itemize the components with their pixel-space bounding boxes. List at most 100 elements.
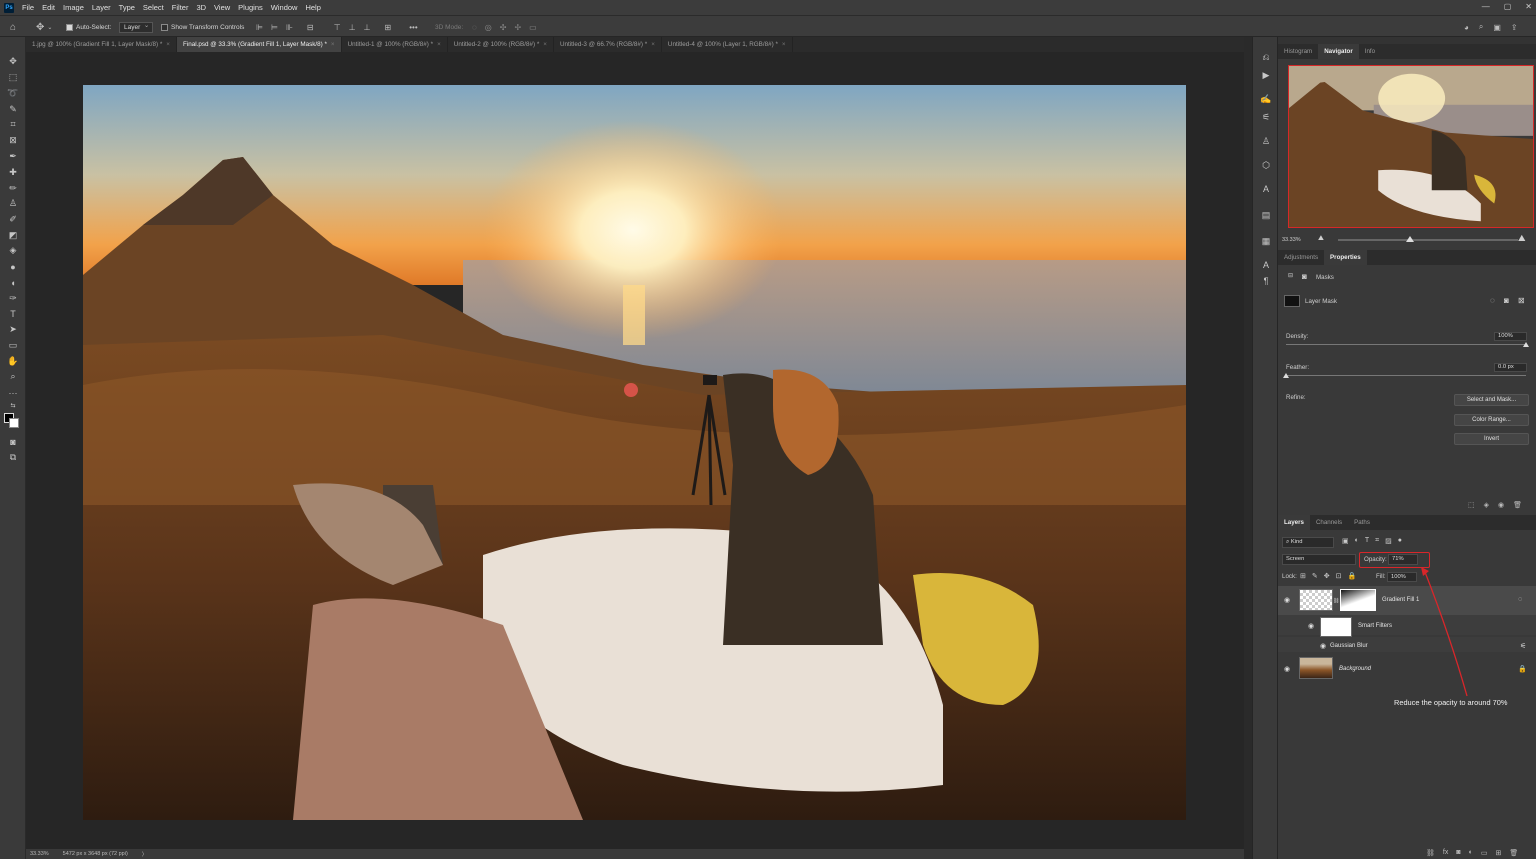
zoom-in-icon[interactable]: ⛰	[1518, 233, 1526, 244]
hand-tool-icon[interactable]: ✋	[6, 355, 20, 368]
lock-artboard-icon[interactable]: ⊡	[1336, 572, 1342, 580]
adjustment-layer-icon[interactable]: ◐	[1469, 849, 1473, 857]
align-middle-icon[interactable]: ⊥	[349, 23, 356, 32]
shape-tool-icon[interactable]: ▭	[6, 339, 20, 352]
lock-transparent-icon[interactable]: ⊞	[1300, 572, 1306, 580]
filter-shape-icon[interactable]: ⌗	[1375, 537, 1379, 545]
layer-row-smart-filters[interactable]: ◉ Smart Filters	[1278, 615, 1536, 637]
navigator-zoom[interactable]: 33.33%	[1282, 237, 1301, 243]
minimize-button[interactable]: —	[1482, 2, 1490, 11]
quick-select-tool-icon[interactable]: ✎	[6, 103, 20, 116]
distribute-vertical-icon[interactable]: ⊞	[385, 23, 392, 32]
tab-channels[interactable]: Channels	[1310, 515, 1348, 530]
swap-colors-icon[interactable]: ⇆	[6, 399, 20, 412]
menu-image[interactable]: Image	[59, 3, 88, 12]
tab-paths[interactable]: Paths	[1348, 515, 1376, 530]
density-field[interactable]: 100%	[1494, 332, 1527, 341]
density-slider-knob[interactable]	[1523, 342, 1529, 347]
history-panel-icon[interactable]: ⎌	[1260, 51, 1272, 63]
menu-help[interactable]: Help	[301, 3, 324, 12]
menu-edit[interactable]: Edit	[38, 3, 59, 12]
menu-window[interactable]: Window	[267, 3, 302, 12]
visibility-icon[interactable]: ◉	[1498, 501, 1504, 509]
3d-orbit-icon[interactable]: ◌	[472, 23, 477, 32]
align-bottom-icon[interactable]: ⊥	[364, 23, 371, 32]
tab-layers[interactable]: Layers	[1278, 515, 1310, 530]
more-tools-icon[interactable]: ···	[6, 386, 20, 399]
lasso-tool-icon[interactable]: ➰	[6, 87, 20, 100]
brush-tool-icon[interactable]: ✏	[6, 182, 20, 195]
load-selection-icon[interactable]: ⬚	[1468, 501, 1475, 509]
select-and-mask-button[interactable]: Select and Mask...	[1454, 394, 1529, 406]
link-icon[interactable]: ⛓	[1333, 598, 1339, 604]
menu-view[interactable]: View	[210, 3, 234, 12]
3d-panel-icon[interactable]: ⬡	[1260, 159, 1272, 171]
more-options-icon[interactable]: •••	[409, 23, 417, 32]
healing-brush-icon[interactable]: ✚	[6, 166, 20, 179]
glyphs-icon[interactable]: A	[1260, 183, 1272, 195]
properties-icon[interactable]: ▦	[1260, 235, 1272, 247]
doc-tab-1[interactable]: 1.jpg @ 100% (Gradient Fill 1, Layer Mas…	[26, 37, 177, 52]
close-tab-icon[interactable]: ×	[166, 41, 170, 48]
menu-type[interactable]: Type	[115, 3, 139, 12]
add-mask-icon[interactable]: ◙	[1456, 849, 1460, 857]
layer-filter-kind[interactable]: ⌕ Kind	[1282, 537, 1334, 548]
doc-tab-untitled-3[interactable]: Untitled-3 @ 66.7% (RGB/8#) * ×	[554, 37, 662, 52]
visibility-eye-icon[interactable]: ◉	[1284, 596, 1290, 604]
doc-tab-final[interactable]: Final.psd @ 33.3% (Gradient Fill 1, Laye…	[176, 37, 342, 52]
eraser-tool-icon[interactable]: ◩	[6, 229, 20, 242]
distribute-icon[interactable]: ⊟	[307, 23, 314, 32]
disable-mask-icon[interactable]: ⊠	[1518, 296, 1525, 305]
menu-filter[interactable]: Filter	[168, 3, 193, 12]
auto-select-checkbox[interactable]: Auto-Select:	[66, 21, 111, 33]
document-image[interactable]	[83, 85, 1186, 820]
character-icon[interactable]: A	[1260, 259, 1272, 271]
3d-camera-icon[interactable]: ▭	[529, 23, 537, 32]
layer-row-background[interactable]: ◉ Background 🔒	[1278, 655, 1536, 683]
link-layers-icon[interactable]: ⛓	[1426, 849, 1435, 857]
tab-info[interactable]: Info	[1359, 44, 1381, 59]
layer-name[interactable]: Background	[1339, 666, 1371, 672]
3d-slide-icon[interactable]: ✢	[514, 23, 521, 32]
smart-filter-mask-thumbnail[interactable]	[1320, 617, 1352, 637]
navigator-zoom-slider-thumb[interactable]	[1406, 236, 1414, 242]
pen-tool-icon[interactable]: ✑	[6, 292, 20, 305]
3d-roll-icon[interactable]: ◎	[485, 23, 492, 32]
zoom-out-icon[interactable]: ⛰	[1318, 235, 1324, 243]
tab-adjustments[interactable]: Adjustments	[1278, 250, 1324, 265]
quick-mask-icon[interactable]: ◙	[6, 435, 20, 448]
color-range-button[interactable]: Color Range...	[1454, 414, 1529, 426]
brush-settings-icon[interactable]: ✍	[1260, 93, 1272, 105]
align-right-icon[interactable]: ⊪	[286, 23, 293, 32]
screen-mode-icon[interactable]: ⧉	[6, 451, 20, 464]
apply-mask-icon[interactable]: ◙	[1504, 296, 1509, 305]
filter-adjustment-icon[interactable]: ◐	[1355, 537, 1359, 545]
background-color-swatch[interactable]	[9, 418, 19, 428]
gradient-tool-icon[interactable]: ◈	[6, 244, 20, 257]
feather-slider[interactable]	[1286, 375, 1526, 376]
new-layer-icon[interactable]: ⊞	[1495, 849, 1501, 857]
layer-name[interactable]: Gradient Fill 1	[1382, 597, 1419, 603]
workspace-icon[interactable]: ▣	[1493, 23, 1501, 32]
clone-source-icon[interactable]: ♙	[1260, 135, 1272, 147]
share-icon[interactable]: ⇪	[1511, 23, 1518, 32]
marquee-tool-icon[interactable]: ⬚	[6, 71, 20, 84]
search-icon[interactable]: ⌕	[1479, 22, 1483, 32]
navigator-thumbnail[interactable]	[1288, 65, 1534, 228]
close-window-button[interactable]: ✕	[1525, 2, 1532, 11]
home-icon[interactable]: ⌂	[10, 21, 16, 33]
path-select-icon[interactable]: ➤	[6, 323, 20, 336]
type-tool-icon[interactable]: T	[6, 307, 20, 320]
filter-pixel-icon[interactable]: ▣	[1342, 537, 1349, 545]
frame-tool-icon[interactable]: ⊠	[6, 134, 20, 147]
paragraph-icon[interactable]: ¶	[1260, 275, 1272, 287]
feather-slider-knob[interactable]	[1283, 373, 1289, 378]
density-slider[interactable]	[1286, 344, 1526, 345]
tab-navigator[interactable]: Navigator	[1318, 44, 1359, 59]
show-transform-checkbox[interactable]: Show Transform Controls	[161, 21, 244, 33]
close-tab-icon[interactable]: ×	[651, 41, 655, 48]
navigator-zoom-slider[interactable]	[1338, 239, 1518, 241]
adjustments-icon[interactable]: ⚟	[1260, 111, 1272, 123]
close-tab-icon[interactable]: ×	[437, 41, 441, 48]
align-center-icon[interactable]: ⊨	[271, 23, 278, 32]
